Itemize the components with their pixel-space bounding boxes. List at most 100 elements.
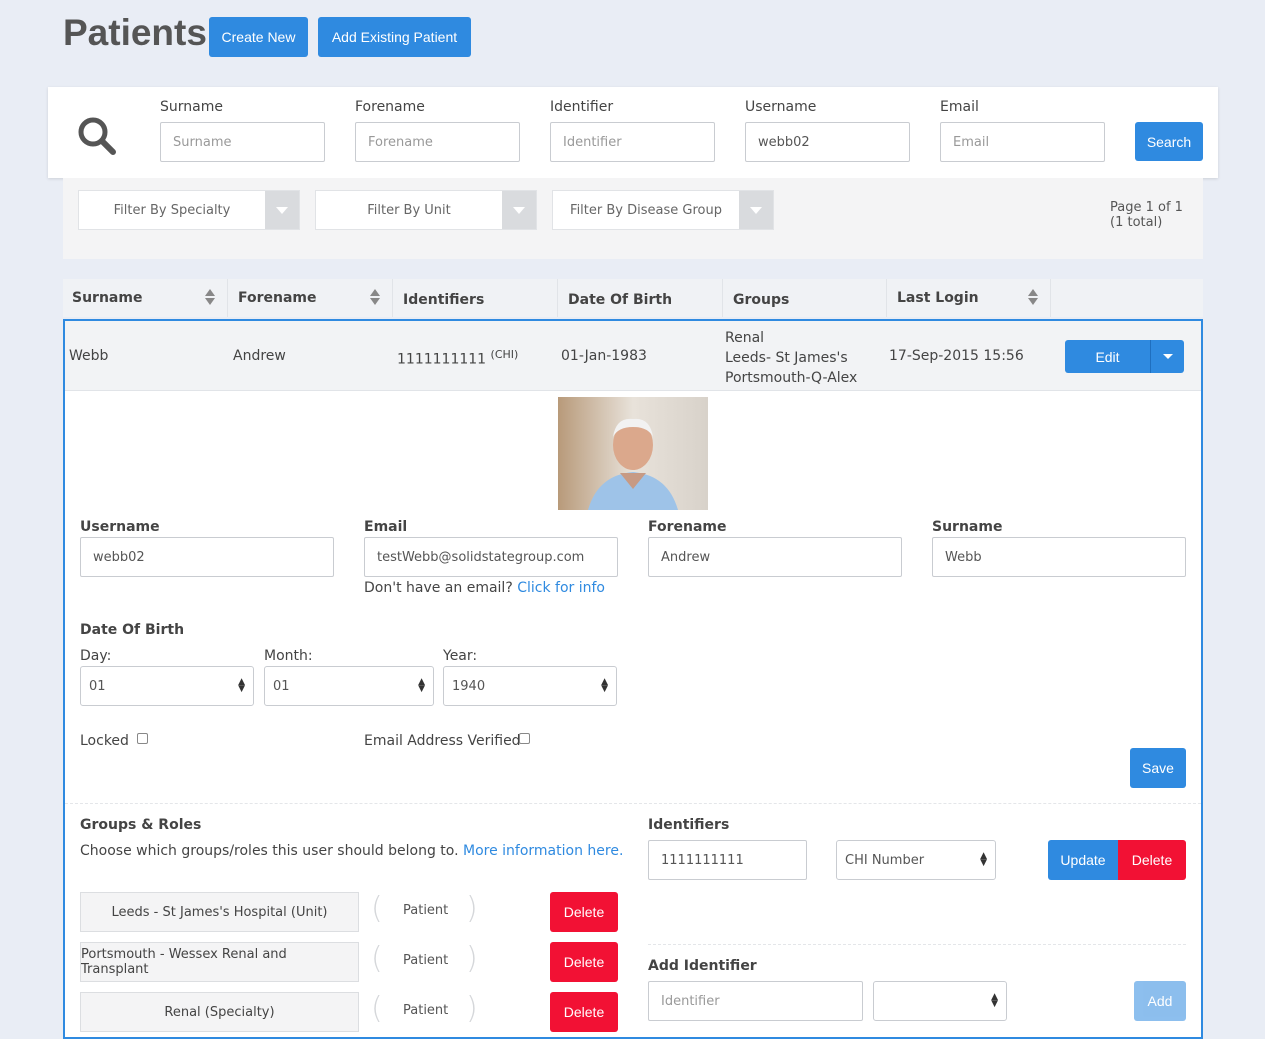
col-header-forename[interactable]: Forename [228,279,393,317]
surname-search-input[interactable]: Surname [160,122,325,162]
filter-specialty-select[interactable]: Filter By Specialty [78,190,300,230]
identifier-search-input[interactable]: Identifier [550,122,715,162]
groups-roles-description: Choose which groups/roles this user shou… [80,843,623,859]
save-button[interactable]: Save [1130,748,1186,788]
delete-group-button[interactable]: Delete [550,892,618,932]
email-field[interactable]: testWebb@solidstategroup.com [364,537,618,577]
updown-arrow-icon: ▲ ▼ [418,677,425,694]
add-identifier-input[interactable]: Identifier [648,981,863,1021]
year-label: Year: [443,648,478,664]
username-field[interactable]: webb02 [80,537,334,577]
username-search-label: Username [745,99,817,115]
update-identifier-button[interactable]: Update [1048,840,1118,880]
search-button[interactable]: Search [1135,122,1203,161]
edit-dropdown-toggle[interactable] [1150,340,1184,373]
role-label: Patient [403,953,449,968]
no-email-info-link[interactable]: Click for info [517,580,605,596]
col-header-dob: Date Of Birth [558,279,723,317]
forename-search-label: Forename [355,99,425,115]
search-icon [78,117,116,155]
caret-down-icon [1162,354,1173,359]
filter-disease-group-select[interactable]: Filter By Disease Group [552,190,774,230]
locked-checkbox[interactable] [137,733,148,744]
add-existing-patient-button[interactable]: Add Existing Patient [318,17,471,57]
row-group-item: Renal [725,330,765,346]
email-search-input[interactable]: Email [940,122,1105,162]
forename-field[interactable]: Andrew [648,537,902,577]
surname-field[interactable]: Webb [932,537,1186,577]
forename-label: Forename [648,519,727,535]
group-item: Portsmouth - Wessex Renal and Transplant [80,942,359,982]
row-groups: Renal Leeds- St James's Portsmouth-Q-Ale… [725,328,857,388]
month-label: Month: [264,648,313,664]
sort-icon[interactable] [1028,289,1038,305]
chevron-down-icon [739,191,773,229]
col-header-identifiers-label: Identifiers [403,292,485,308]
row-identifier-value: 1111111111 [397,351,487,368]
paren-close: ) [466,941,478,976]
forename-search-input[interactable]: Forename [355,122,520,162]
create-new-button[interactable]: Create New [209,17,308,57]
page-info-line2: (1 total) [1110,215,1163,230]
groups-roles-more-info-link[interactable]: More information here. [463,843,623,859]
paren-close: ) [466,891,478,926]
day-select-value: 01 [89,678,106,694]
username-search-input[interactable]: webb02 [745,122,910,162]
username-label: Username [80,519,160,535]
row-identifier: 1111111111 (CHI) [397,348,518,368]
sort-icon[interactable] [205,289,215,305]
role-label: Patient [403,903,449,918]
paren-open: ( [371,941,383,976]
updown-arrow-icon: ▲ ▼ [601,677,608,694]
col-header-surname[interactable]: Surname [63,279,228,317]
surname-label: Surname [932,519,1003,535]
table-header: Surname Forename Identifiers Date Of Bir… [63,279,1203,317]
add-identifier-button[interactable]: Add [1134,981,1186,1021]
email-verified-checkbox[interactable] [519,733,530,744]
row-forename: Andrew [233,348,286,364]
filter-disease-group-label: Filter By Disease Group [570,202,722,218]
col-header-last-login-label: Last Login [897,290,979,306]
identifier-value-field[interactable]: 1111111111 [648,840,807,880]
col-header-groups: Groups [723,279,887,317]
section-divider [65,803,1201,804]
add-identifier-title: Add Identifier [648,958,757,974]
day-select[interactable]: 01 ▲ ▼ [80,666,254,706]
dob-label: Date Of Birth [80,622,185,638]
row-dob: 01-Jan-1983 [561,348,647,364]
updown-arrow-icon: ▲ ▼ [238,677,245,694]
chevron-down-icon [502,191,536,229]
col-header-groups-label: Groups [733,292,790,308]
locked-label: Locked [80,733,129,749]
col-header-last-login[interactable]: Last Login [887,279,1051,317]
col-header-forename-label: Forename [238,290,317,306]
col-header-identifiers: Identifiers [393,279,558,317]
page-info-line1: Page 1 of 1 [1110,200,1183,215]
paren-open: ( [371,891,383,926]
chevron-down-icon [265,191,299,229]
row-group-item: Portsmouth-Q-Alex [725,370,858,386]
identifier-type-value: CHI Number [845,852,925,868]
filter-specialty-label: Filter By Specialty [113,202,231,218]
identifier-search-label: Identifier [550,99,614,115]
delete-group-button[interactable]: Delete [550,992,618,1032]
col-header-surname-label: Surname [72,290,143,306]
no-email-hint: Don't have an email? Click for info [364,580,605,596]
updown-arrow-icon: ▲ ▼ [980,851,987,868]
sort-icon[interactable] [370,289,380,305]
email-verified-label: Email Address Verified [364,733,521,749]
delete-group-button[interactable]: Delete [550,942,618,982]
year-select[interactable]: 1940 ▲ ▼ [443,666,617,706]
add-identifier-type-select[interactable]: ▲ ▼ [873,981,1007,1021]
row-group-item: Leeds- St James's [725,350,848,366]
paren-close: ) [466,991,478,1026]
filter-unit-select[interactable]: Filter By Unit [315,190,537,230]
group-item: Leeds - St James's Hospital (Unit) [80,892,359,932]
no-email-text: Don't have an email? [364,580,513,596]
identifier-type-select[interactable]: CHI Number ▲ ▼ [836,840,996,880]
updown-arrow-icon: ▲ ▼ [991,992,998,1009]
edit-button[interactable]: Edit [1065,340,1150,373]
month-select[interactable]: 01 ▲ ▼ [264,666,434,706]
group-item: Renal (Specialty) [80,992,359,1032]
delete-identifier-button[interactable]: Delete [1118,840,1186,880]
